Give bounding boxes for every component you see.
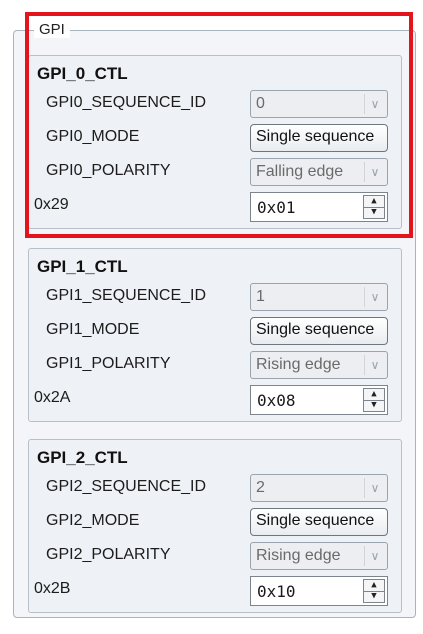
spin-down-icon[interactable]: ▼	[364, 591, 384, 602]
register-address-label: 0x2B	[34, 580, 71, 597]
polarity-label: GPI1_POLARITY	[46, 355, 171, 372]
spin-buttons: ▲ ▼	[363, 388, 385, 412]
mode-button[interactable]: Single sequence	[250, 124, 388, 152]
panel-title: GPI_2_CTL	[37, 448, 128, 467]
chevron-down-icon: ∨	[364, 355, 385, 375]
chevron-down-icon: ∨	[364, 478, 385, 498]
register-address-label: 0x29	[34, 196, 69, 213]
chevron-down-icon: ∨	[364, 287, 385, 307]
chevron-down-icon: ∨	[364, 94, 385, 114]
sequence-id-value: 2	[256, 479, 265, 496]
panel-title: GPI_0_CTL	[37, 64, 128, 83]
gpi-2-ctl-panel: GPI_2_CTL GPI2_SEQUENCE_ID 2 ∨ GPI2_MODE…	[28, 439, 402, 613]
chevron-down-icon: ∨	[364, 546, 385, 566]
register-value: 0x10	[257, 582, 296, 601]
gpi-group-title: GPI	[34, 22, 70, 38]
panel-title: GPI_1_CTL	[37, 257, 128, 276]
gpi-0-ctl-panel: GPI_0_CTL GPI0_SEQUENCE_ID 0 ∨ GPI0_MODE…	[28, 55, 402, 229]
mode-label: GPI2_MODE	[46, 512, 140, 529]
polarity-combo[interactable]: Falling edge ∨	[250, 158, 388, 186]
polarity-value: Falling edge	[256, 163, 344, 180]
spin-down-icon[interactable]: ▼	[364, 207, 384, 218]
polarity-combo[interactable]: Rising edge ∨	[250, 542, 388, 570]
sequence-id-combo[interactable]: 2 ∨	[250, 474, 388, 502]
register-value: 0x01	[257, 198, 296, 217]
polarity-label: GPI2_POLARITY	[46, 546, 171, 563]
sequence-id-label: GPI2_SEQUENCE_ID	[46, 478, 207, 495]
polarity-label: GPI0_POLARITY	[46, 162, 171, 179]
sequence-id-value: 1	[256, 288, 265, 305]
spin-down-icon[interactable]: ▼	[364, 400, 384, 411]
register-value-spinbox[interactable]: 0x08 ▲ ▼	[250, 385, 388, 415]
sequence-id-combo[interactable]: 0 ∨	[250, 90, 388, 118]
polarity-value: Rising edge	[256, 547, 341, 564]
gpi-1-ctl-panel: GPI_1_CTL GPI1_SEQUENCE_ID 1 ∨ GPI1_MODE…	[28, 248, 402, 422]
sequence-id-label: GPI0_SEQUENCE_ID	[46, 94, 207, 111]
register-value-spinbox[interactable]: 0x10 ▲ ▼	[250, 576, 388, 606]
sequence-id-combo[interactable]: 1 ∨	[250, 283, 388, 311]
register-address-label: 0x2A	[34, 389, 71, 406]
chevron-down-icon: ∨	[364, 162, 385, 182]
sequence-id-value: 0	[256, 95, 265, 112]
spin-buttons: ▲ ▼	[363, 579, 385, 603]
register-value: 0x08	[257, 391, 296, 410]
register-value-spinbox[interactable]: 0x01 ▲ ▼	[250, 192, 388, 222]
sequence-id-label: GPI1_SEQUENCE_ID	[46, 287, 207, 304]
gpi-settings-window: GPI GPI_0_CTL GPI0_SEQUENCE_ID 0 ∨ GPI0_…	[0, 0, 423, 634]
spin-buttons: ▲ ▼	[363, 195, 385, 219]
mode-button[interactable]: Single sequence	[250, 508, 388, 536]
mode-button[interactable]: Single sequence	[250, 317, 388, 345]
polarity-value: Rising edge	[256, 356, 341, 373]
polarity-combo[interactable]: Rising edge ∨	[250, 351, 388, 379]
mode-label: GPI1_MODE	[46, 321, 140, 338]
mode-label: GPI0_MODE	[46, 128, 140, 145]
